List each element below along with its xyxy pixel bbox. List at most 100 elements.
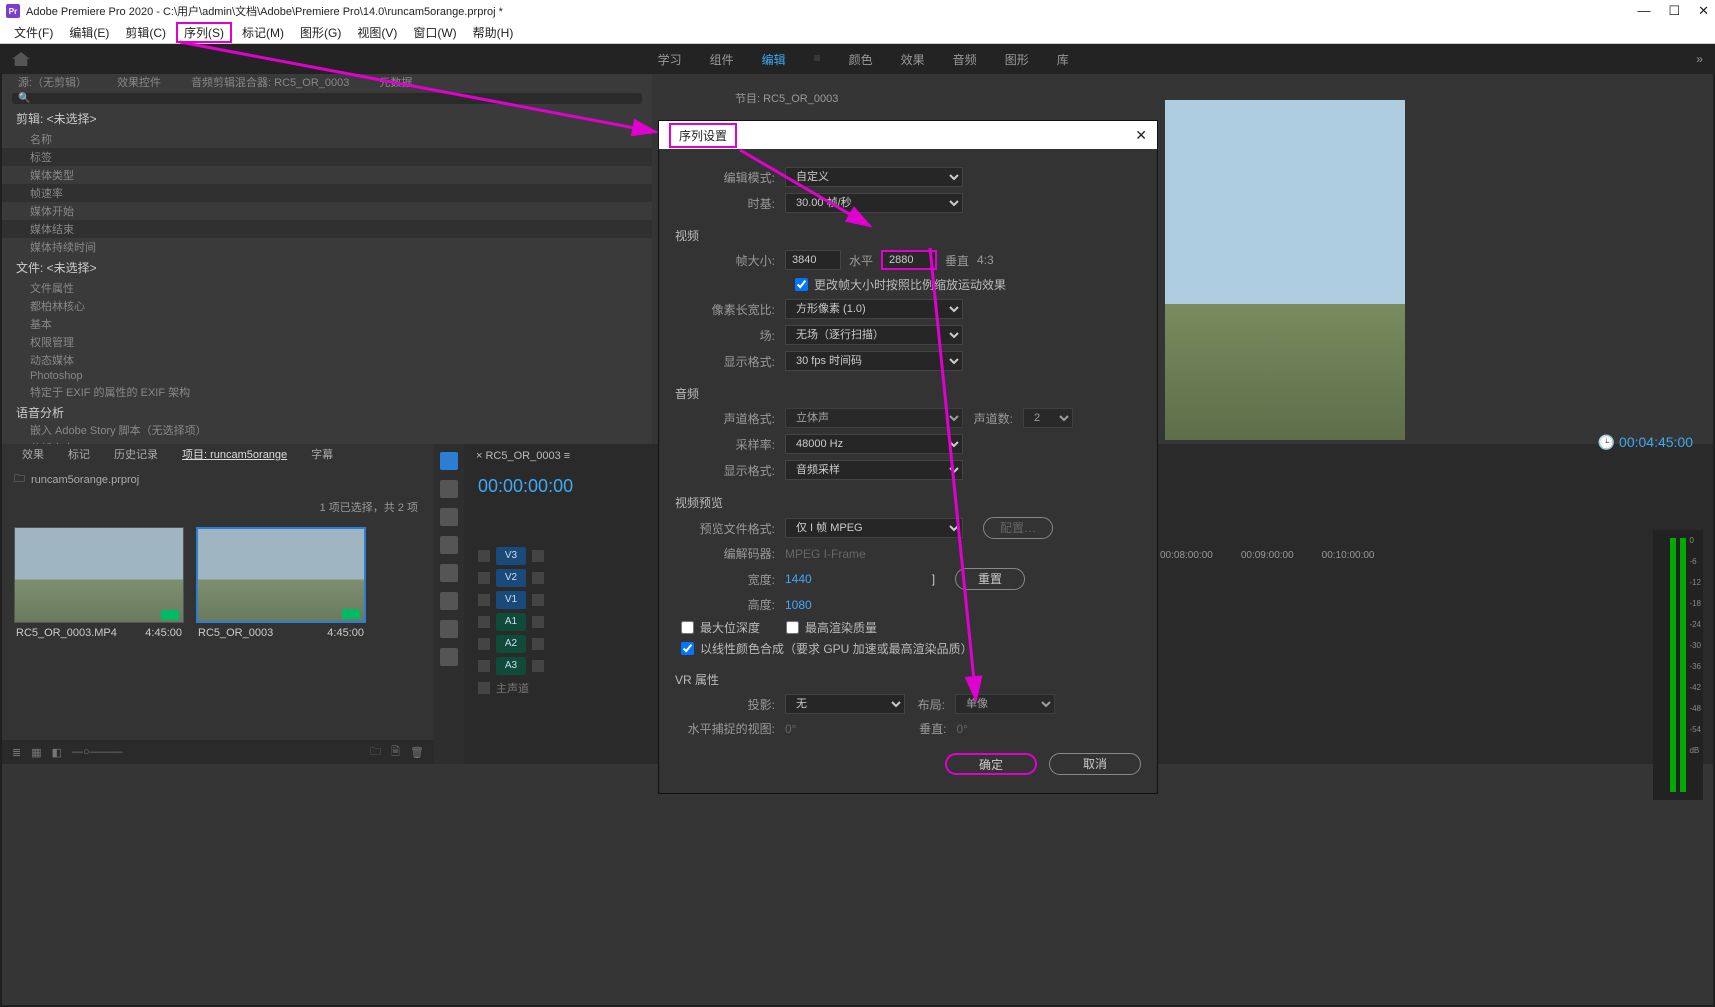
program-tab[interactable]: 节目: RC5_OR_0003 [735,90,838,106]
minimize-button[interactable]: — [1637,3,1650,19]
ws-overflow-icon[interactable]: » [1696,52,1703,66]
mute-icon[interactable] [532,660,544,672]
timeline-ruler: 00:08:00:0000:09:00:0000:10:00:00 [1160,550,1374,561]
new-bin-icon[interactable]: 🗀 [370,743,381,762]
type-tool-icon[interactable] [440,648,458,666]
cancel-button[interactable]: 取消 [1049,753,1141,775]
eye-icon[interactable] [532,550,544,562]
track-a1[interactable]: A1 [496,613,526,631]
project-file-name: runcam5orange.prproj [31,474,139,486]
ws-editing-menu-icon[interactable]: ≡ [814,51,821,68]
lock-icon[interactable] [478,660,490,672]
list-view-icon[interactable]: ≣ [12,746,21,759]
tab-history[interactable]: 历史记录 [114,446,158,462]
menu-help[interactable]: 帮助(H) [467,24,520,41]
ws-learn[interactable]: 学习 [658,51,682,68]
projection-select[interactable]: 无 [785,694,905,714]
tab-project[interactable]: 项目: runcam5orange [182,446,287,462]
eye-icon[interactable] [532,572,544,584]
preview-height[interactable]: 1080 [785,598,812,612]
reset-button[interactable]: 重置 [955,568,1025,590]
track-select-tool-icon[interactable] [440,480,458,498]
sequence-thumb-2[interactable]: RC5_OR_00034:45:00 [196,527,366,643]
pen-tool-icon[interactable] [440,592,458,610]
edit-mode-select[interactable]: 自定义 [785,167,963,187]
lock-icon[interactable] [478,682,490,694]
track-v1[interactable]: V1 [496,591,526,609]
slip-tool-icon[interactable] [440,564,458,582]
audio-display-select[interactable]: 音频采样 [785,460,963,480]
trash-icon[interactable]: 🗑 [410,746,424,759]
ws-color[interactable]: 颜色 [849,51,873,68]
projection-label: 投影: [675,696,785,713]
zoom-slider[interactable]: —○——— [72,746,123,758]
track-v3[interactable]: V3 [496,547,526,565]
ws-audio[interactable]: 音频 [953,51,977,68]
tab-source[interactable]: 源:（无剪辑） [18,74,87,90]
icon-view-icon[interactable]: ▦ [31,746,41,759]
tab-metadata[interactable]: 元数据 [379,74,412,90]
dialog-close-icon[interactable]: ✕ [1135,127,1147,144]
freeform-view-icon[interactable]: ◧ [52,746,62,759]
tab-audio-mixer[interactable]: 音频剪辑混合器: RC5_OR_0003 [191,74,349,90]
track-master: 主声道 [496,680,529,696]
menu-edit[interactable]: 编辑(E) [63,24,115,41]
menu-marker[interactable]: 标记(M) [236,24,290,41]
framesize-v-input[interactable] [881,250,937,270]
preview-format-select[interactable]: 仅 I 帧 MPEG [785,518,963,538]
eye-icon[interactable] [532,594,544,606]
menu-clip[interactable]: 剪辑(C) [119,24,172,41]
max-bit-depth-checkbox[interactable] [681,621,694,634]
clip-thumb-1[interactable]: RC5_OR_0003.MP44:45:00 [14,527,184,643]
meta-mediatype: 媒体类型 [2,166,652,184]
file-rights: 权限管理 [2,333,652,351]
framesize-h-input[interactable] [785,250,841,270]
fields-select[interactable]: 无场（逐行扫描） [785,325,963,345]
par-select[interactable]: 方形像素 (1.0) [785,299,963,319]
mute-icon[interactable] [532,638,544,650]
ws-assembly[interactable]: 组件 [710,51,734,68]
track-a2[interactable]: A2 [496,635,526,653]
timeline-tab[interactable]: RC5_OR_0003 [485,450,560,462]
track-a3[interactable]: A3 [496,657,526,675]
ok-button[interactable]: 确定 [945,753,1037,775]
ws-editing[interactable]: 编辑 [762,51,786,68]
mute-icon[interactable] [532,616,544,628]
close-button[interactable]: ✕ [1698,3,1709,19]
hand-tool-icon[interactable] [440,620,458,638]
menu-graphics[interactable]: 图形(G) [294,24,347,41]
tab-effect-controls[interactable]: 效果控件 [117,74,161,90]
track-v2[interactable]: V2 [496,569,526,587]
ws-effects[interactable]: 效果 [901,51,925,68]
lock-icon[interactable] [478,638,490,650]
lock-icon[interactable] [478,594,490,606]
display-format-select[interactable]: 30 fps 时间码 [785,351,963,371]
metadata-search[interactable]: 🔍 [12,93,642,104]
bin-icon[interactable]: 🗀 [14,470,25,489]
lock-icon[interactable] [478,550,490,562]
home-icon[interactable] [12,52,30,66]
tab-markers[interactable]: 标记 [68,446,90,462]
scale-motion-checkbox[interactable] [795,278,808,291]
selection-tool-icon[interactable] [440,452,458,470]
razor-tool-icon[interactable] [440,536,458,554]
preview-width[interactable]: 1440 [785,572,812,586]
menu-view[interactable]: 视图(V) [351,24,403,41]
lock-icon[interactable] [478,572,490,584]
max-render-quality-checkbox[interactable] [786,621,799,634]
max-render-quality-label: 最高渲染质量 [805,619,877,636]
maximize-button[interactable]: ☐ [1668,3,1680,19]
menu-window[interactable]: 窗口(W) [407,24,462,41]
ws-graphics[interactable]: 图形 [1005,51,1029,68]
tab-captions[interactable]: 字幕 [311,446,333,462]
tab-effects[interactable]: 效果 [22,446,44,462]
lock-icon[interactable] [478,616,490,628]
ripple-tool-icon[interactable] [440,508,458,526]
new-item-icon[interactable]: 🗎 [391,743,400,762]
menu-sequence[interactable]: 序列(S) [176,22,232,43]
linear-color-checkbox[interactable] [681,642,694,655]
ws-libraries[interactable]: 库 [1057,51,1069,68]
timebase-select[interactable]: 30.00 帧/秒 [785,193,963,213]
sample-rate-select[interactable]: 48000 Hz [785,434,963,454]
menu-file[interactable]: 文件(F) [8,24,59,41]
